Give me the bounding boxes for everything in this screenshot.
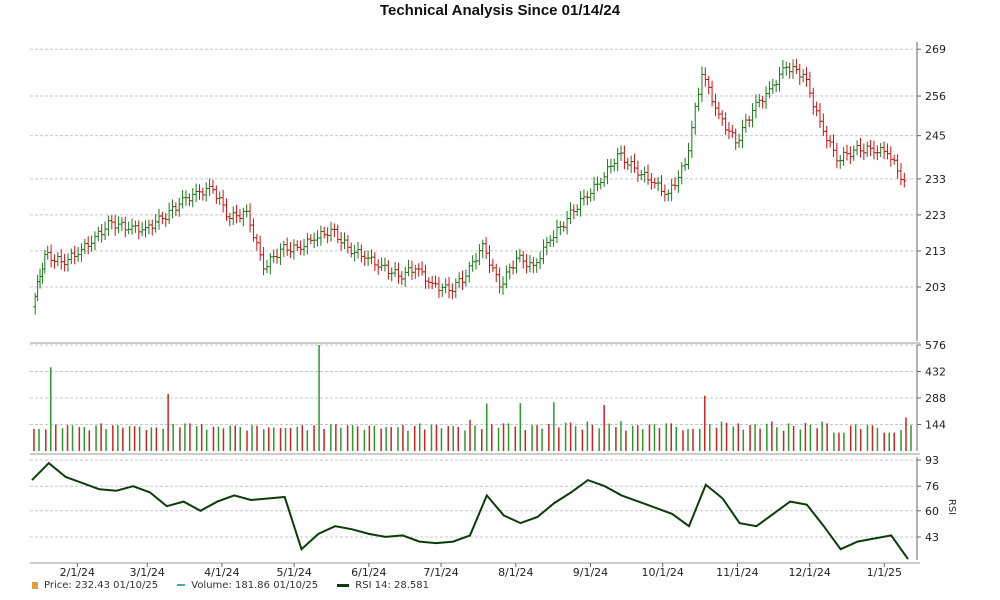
legend-rsi: RSI 14: 28.581 <box>337 580 429 591</box>
x-tick-label: 8/1/24 <box>498 566 533 578</box>
price-y-tick-label: 213 <box>925 245 946 258</box>
legend-rsi-swatch <box>337 583 350 587</box>
price-y-tick-label: 223 <box>925 209 946 222</box>
chart-svg: 203 213 223 233 245 256 269 144 288 432 576 43 60 76 9… <box>30 42 957 578</box>
x-tick-label: 9/1/24 <box>573 566 608 578</box>
rsi-y-tick-label: 43 <box>925 531 939 544</box>
legend-rsi-label: RSI 14: <box>355 580 391 591</box>
price-y-tick-label: 233 <box>925 173 946 186</box>
legend-volume-label: Volume: <box>191 580 232 591</box>
rsi-y-tick-label: 76 <box>925 480 939 493</box>
price-y-tick-label: 256 <box>925 90 946 103</box>
x-tick-label: 1/1/25 <box>867 566 902 578</box>
volume-y-tick-label: 144 <box>925 419 946 432</box>
x-tick-label: 11/1/24 <box>716 566 758 578</box>
price-y-tick-label: 245 <box>925 130 946 143</box>
x-tick-label: 3/1/24 <box>130 566 165 578</box>
legend-price-swatch <box>32 581 38 589</box>
legend-rsi-value: 28.581 <box>394 580 430 591</box>
chart-root: Technical Analysis Since 01/14/24 203 213… <box>0 0 1000 600</box>
x-tick-label: 12/1/24 <box>788 566 830 578</box>
x-tick-label: 6/1/24 <box>351 566 386 578</box>
volume-y-tick-label: 288 <box>925 392 946 405</box>
x-tick-label: 4/1/24 <box>204 566 239 578</box>
legend-price-label: Price: <box>44 580 72 591</box>
volume-y-tick-label: 576 <box>925 339 946 352</box>
volume-y-tick-label: 432 <box>925 366 946 379</box>
rsi-y-tick-label: 93 <box>925 454 939 467</box>
legend-price: Price: 232.43 01/10/25 <box>32 580 158 591</box>
legend-volume-value: 181.86 <box>235 580 270 591</box>
legend-price-value: 232.43 <box>74 580 110 591</box>
price-y-tick-label: 203 <box>925 281 946 294</box>
legend-volume-date: 01/10/25 <box>273 580 319 591</box>
legend-price-date: 01/10/25 <box>113 580 159 591</box>
legend-volume-swatch <box>177 584 186 586</box>
x-tick-label: 7/1/24 <box>423 566 458 578</box>
x-tick-label: 5/1/24 <box>276 566 311 578</box>
legend: Price: 232.43 01/10/25 Volume: 181.86 01… <box>32 580 445 594</box>
rsi-y-tick-label: 60 <box>925 505 939 518</box>
price-y-tick-label: 269 <box>925 43 946 56</box>
x-tick-label: 2/1/24 <box>60 566 95 578</box>
rsi-axis-label: RSI <box>946 499 957 515</box>
legend-volume: Volume: 181.86 01/10/25 <box>177 580 318 591</box>
x-tick-label: 10/1/24 <box>642 566 684 578</box>
